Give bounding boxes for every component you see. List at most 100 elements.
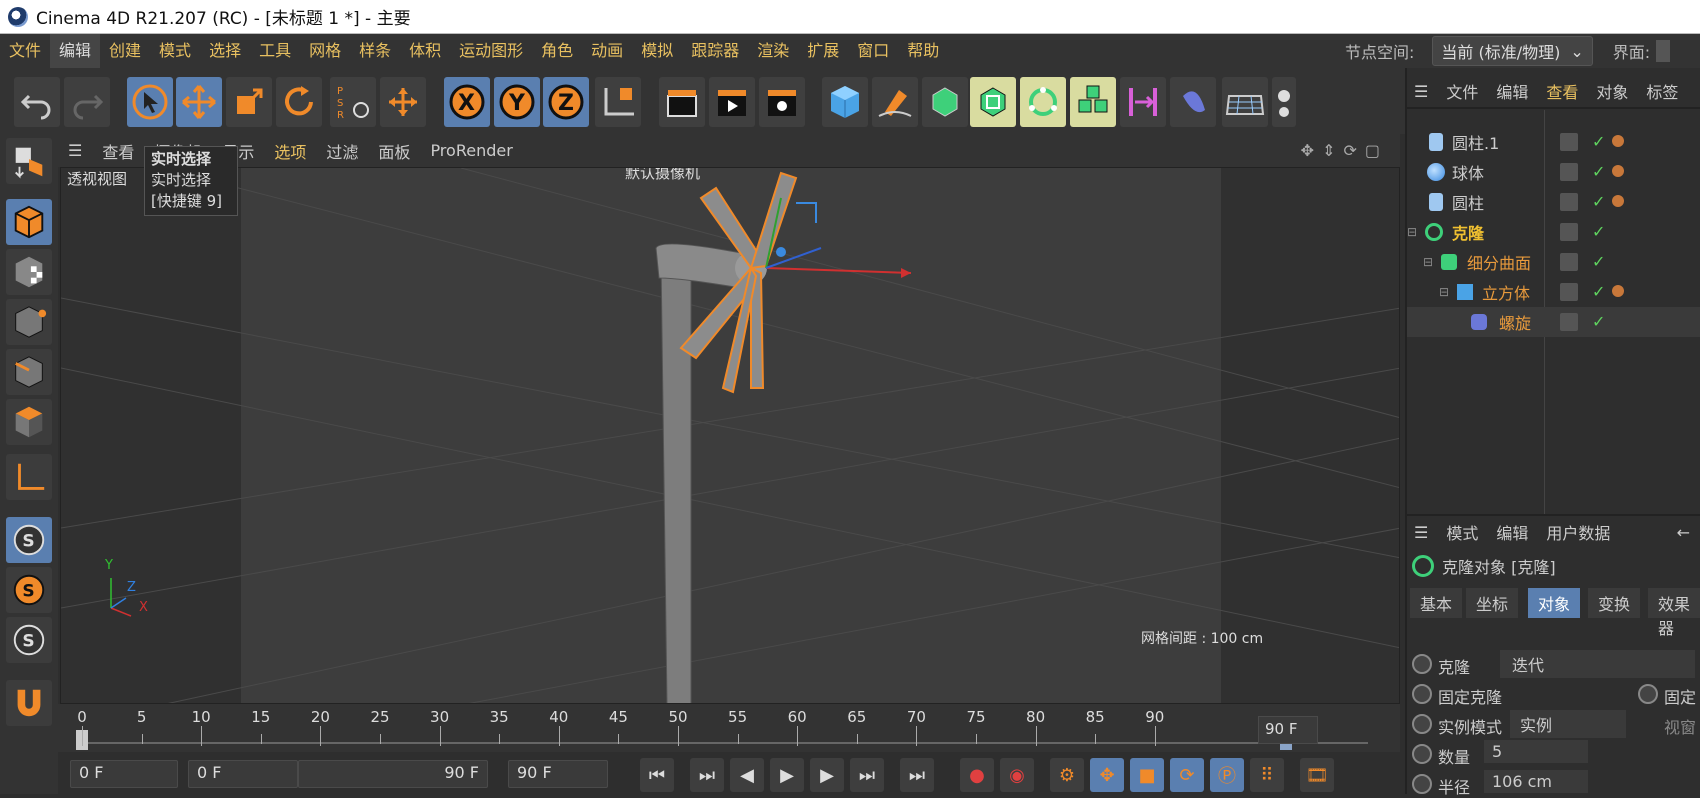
max-frame-field[interactable]: 90 F xyxy=(508,760,608,788)
pen-tool-button[interactable] xyxy=(872,77,918,127)
attribute-menu-mode[interactable]: 模式 xyxy=(1437,520,1487,544)
go-to-start-icon[interactable]: ⏮ xyxy=(640,758,674,792)
object-row[interactable]: 圆柱.1 xyxy=(1407,127,1700,157)
recent-tool-button[interactable] xyxy=(380,77,426,127)
range-end-field[interactable]: 90 F xyxy=(298,760,488,788)
object-menu-tags[interactable]: 标签 xyxy=(1637,79,1687,103)
next-key-icon[interactable]: ⏭ xyxy=(850,758,884,792)
phong-tag-icon[interactable] xyxy=(1612,135,1624,147)
enabled-check-icon[interactable]: ✓ xyxy=(1592,312,1605,331)
layout-dropdown[interactable] xyxy=(1656,40,1671,62)
count-radio[interactable] xyxy=(1412,744,1432,764)
attribute-hamburger-icon[interactable]: ☰ xyxy=(1405,523,1437,542)
light-object-button[interactable] xyxy=(1272,77,1296,127)
menu-character[interactable]: 角色 xyxy=(532,34,582,68)
collapse-icon[interactable]: ⊟ xyxy=(1407,225,1417,239)
instance-mode-radio[interactable] xyxy=(1412,714,1432,734)
enabled-check-icon[interactable]: ✓ xyxy=(1592,222,1605,241)
prev-key-icon[interactable]: ⏭ xyxy=(690,758,724,792)
polygon-mode-button[interactable] xyxy=(6,399,52,445)
collapse-icon[interactable]: ⊟ xyxy=(1423,255,1433,269)
menu-volume[interactable]: 体积 xyxy=(400,34,450,68)
tab-effectors[interactable]: 效果器 xyxy=(1648,588,1700,638)
live-selection-button[interactable] xyxy=(127,77,173,127)
menu-file[interactable]: 文件 xyxy=(0,34,50,68)
radius-field[interactable]: 106 cm xyxy=(1484,770,1588,793)
psr-button[interactable]: PSR xyxy=(330,77,376,127)
menu-help[interactable]: 帮助 xyxy=(898,34,948,68)
clone-value-dropdown[interactable]: 迭代 xyxy=(1500,650,1695,678)
instance-mode-dropdown[interactable]: 实例 xyxy=(1510,710,1626,738)
tab-transform[interactable]: 变换 xyxy=(1588,588,1641,618)
viewport-nav-icons[interactable]: ✥⇕⟳▢ xyxy=(1301,141,1388,160)
object-menu-file[interactable]: 文件 xyxy=(1437,79,1487,103)
record-keys-icon[interactable]: ● xyxy=(960,758,994,792)
auto-key-icon[interactable]: ◉ xyxy=(1000,758,1034,792)
count-field[interactable]: 5 xyxy=(1484,740,1588,763)
node-space-dropdown[interactable]: 当前 (标准/物理) ⌄ xyxy=(1432,36,1593,66)
menu-spline[interactable]: 样条 xyxy=(350,34,400,68)
coordinate-system-button[interactable] xyxy=(595,77,641,127)
clone-mode-radio[interactable] xyxy=(1412,654,1432,674)
make-editable-button[interactable] xyxy=(6,138,52,184)
subdivision-surface-button[interactable] xyxy=(922,77,968,127)
enabled-check-icon[interactable]: ✓ xyxy=(1592,162,1605,181)
layer-toggle[interactable] xyxy=(1560,163,1578,181)
enabled-check-icon[interactable]: ✓ xyxy=(1592,192,1605,211)
field-object-button[interactable] xyxy=(1170,77,1216,127)
tab-basic[interactable]: 基本 xyxy=(1410,588,1463,618)
viewport-menu-view[interactable]: 查看 xyxy=(92,139,144,163)
edge-mode-button[interactable] xyxy=(6,349,52,395)
fixed-texture-radio[interactable] xyxy=(1638,684,1658,704)
radius-radio[interactable] xyxy=(1412,774,1432,794)
menu-tools[interactable]: 工具 xyxy=(250,34,300,68)
layer-toggle[interactable] xyxy=(1560,223,1578,241)
range-start-field[interactable]: 0 F xyxy=(188,760,298,788)
floor-object-button[interactable] xyxy=(1222,77,1268,127)
object-row[interactable]: 螺旋 xyxy=(1407,307,1700,337)
back-arrow-icon[interactable]: ← xyxy=(1677,523,1700,542)
viewport-menu-filter[interactable]: 过滤 xyxy=(316,139,368,163)
layer-toggle[interactable] xyxy=(1560,133,1578,151)
y-axis-lock-button[interactable]: Y xyxy=(494,77,540,127)
menu-window[interactable]: 窗口 xyxy=(848,34,898,68)
menu-mesh[interactable]: 网格 xyxy=(300,34,350,68)
attribute-menu-userdata[interactable]: 用户数据 xyxy=(1537,520,1619,544)
viewport-menu-prorender[interactable]: ProRender xyxy=(420,141,522,160)
object-menu-view[interactable]: 查看 xyxy=(1537,79,1587,103)
object-row[interactable]: 球体 xyxy=(1407,157,1700,187)
key-pla-icon[interactable]: ⠿ xyxy=(1250,758,1284,792)
menu-mograph[interactable]: 运动图形 xyxy=(450,34,532,68)
move-tool-button[interactable] xyxy=(176,77,222,127)
perspective-viewport[interactable]: 透视视图 默认摄像机 网格间距 : 100 cm Y Z X xyxy=(60,167,1400,704)
timeline-film-icon[interactable]: 🎞 xyxy=(1300,758,1334,792)
layer-toggle[interactable] xyxy=(1560,283,1578,301)
enabled-check-icon[interactable]: ✓ xyxy=(1592,282,1605,301)
undo-button[interactable] xyxy=(14,77,60,127)
play-icon[interactable]: ▶ xyxy=(770,758,804,792)
viewport-menu-options[interactable]: 选项 xyxy=(264,139,316,163)
object-row[interactable]: ⊟ 细分曲面 xyxy=(1407,247,1700,277)
object-row[interactable]: 圆柱 xyxy=(1407,187,1700,217)
menu-mode[interactable]: 模式 xyxy=(150,34,200,68)
object-row[interactable]: ⊟ 克隆 xyxy=(1407,217,1700,247)
render-picture-viewer-button[interactable] xyxy=(709,77,755,127)
snap-toggle-button[interactable]: S xyxy=(6,517,52,563)
menu-animate[interactable]: 动画 xyxy=(582,34,632,68)
object-menu-objects[interactable]: 对象 xyxy=(1587,79,1637,103)
render-view-button[interactable] xyxy=(659,77,705,127)
deformer-button[interactable] xyxy=(1120,77,1166,127)
snap-settings-button[interactable]: S xyxy=(6,567,52,613)
go-to-end-icon[interactable]: ⏭ xyxy=(900,758,934,792)
key-scale-icon[interactable]: ■ xyxy=(1130,758,1164,792)
menu-create[interactable]: 创建 xyxy=(100,34,150,68)
object-hamburger-icon[interactable]: ☰ xyxy=(1405,82,1437,101)
layer-toggle[interactable] xyxy=(1560,253,1578,271)
menu-edit[interactable]: 编辑 xyxy=(50,34,101,68)
scale-tool-button[interactable] xyxy=(226,77,272,127)
phong-tag-icon[interactable] xyxy=(1612,285,1624,297)
attribute-menu-edit[interactable]: 编辑 xyxy=(1487,520,1537,544)
timeline-end-frame[interactable]: 90 F xyxy=(1258,716,1318,744)
viewport-menu-panel[interactable]: 面板 xyxy=(368,139,420,163)
workplane-snap-button[interactable]: S xyxy=(6,617,52,663)
